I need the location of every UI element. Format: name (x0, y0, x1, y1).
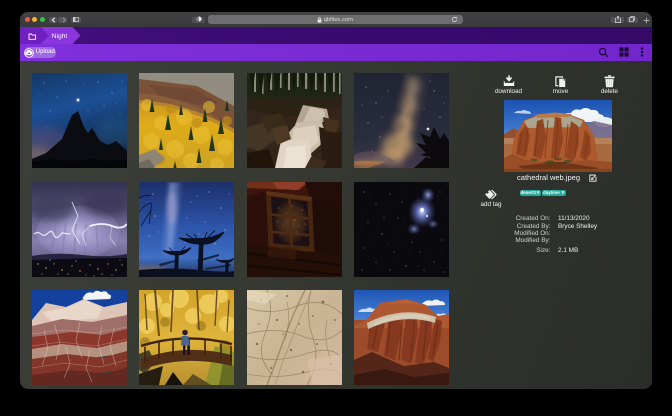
svg-text:Night: Night (52, 33, 68, 40)
